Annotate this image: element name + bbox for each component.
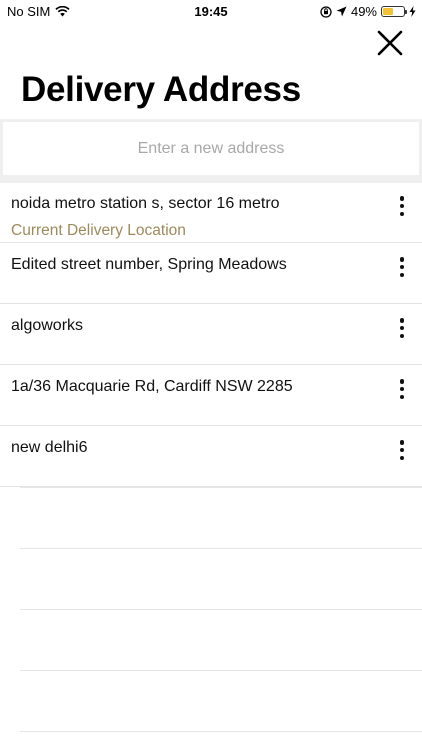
- battery-icon: [381, 6, 407, 17]
- more-icon-dot: [399, 264, 405, 270]
- more-icon-dot: [399, 203, 405, 209]
- address-item[interactable]: 1a/36 Macquarie Rd, Cardiff NSW 2285: [0, 365, 422, 426]
- more-icon-dot: [399, 211, 405, 216]
- battery-level-fill: [383, 8, 393, 15]
- address-label: 1a/36 Macquarie Rd, Cardiff NSW 2285: [11, 378, 293, 395]
- more-options-button[interactable]: [394, 194, 410, 218]
- new-address-input[interactable]: [3, 122, 419, 175]
- status-right: 49%: [320, 4, 416, 19]
- current-location-label: Current Delivery Location: [11, 222, 186, 239]
- more-options-button[interactable]: [394, 438, 410, 462]
- more-options-button[interactable]: [394, 255, 410, 279]
- close-icon: [377, 30, 403, 56]
- more-icon: [399, 318, 405, 323]
- battery-cap: [405, 10, 407, 14]
- more-icon-dot: [399, 447, 405, 453]
- more-icon: [399, 257, 405, 262]
- search-container: [0, 119, 422, 183]
- address-label: Edited street number, Spring Meadows: [11, 256, 287, 273]
- location-arrow-icon: [336, 6, 347, 17]
- page-title: Delivery Address: [21, 70, 301, 109]
- empty-row-divider: [20, 731, 422, 732]
- more-icon-dot: [399, 333, 405, 338]
- address-item[interactable]: new delhi6: [0, 426, 422, 487]
- address-item[interactable]: Edited street number, Spring Meadows: [0, 243, 422, 304]
- charging-bolt-icon: [409, 6, 416, 17]
- empty-row-divider: [20, 548, 422, 549]
- address-item[interactable]: noida metro station s, sector 16 metro C…: [0, 182, 422, 243]
- more-icon: [399, 196, 405, 201]
- rotation-lock-icon: [320, 5, 332, 18]
- empty-row-divider: [20, 609, 422, 610]
- more-icon-dot: [399, 272, 405, 277]
- more-icon: [399, 440, 405, 445]
- empty-row-divider: [20, 670, 422, 671]
- more-icon-dot: [399, 325, 405, 331]
- status-bar: No SIM 19:45 49%: [0, 0, 422, 24]
- address-label: algoworks: [11, 317, 84, 334]
- battery-percent: 49%: [350, 4, 377, 19]
- address-label: noida metro station s, sector 16 metro: [11, 195, 280, 212]
- more-icon: [399, 379, 405, 384]
- address-list: noida metro station s, sector 16 metro C…: [0, 182, 422, 487]
- close-button[interactable]: [376, 29, 404, 57]
- address-label: new delhi6: [11, 439, 88, 456]
- more-icon-dot: [399, 394, 405, 399]
- address-item[interactable]: algoworks: [0, 304, 422, 365]
- more-icon-dot: [399, 455, 405, 460]
- more-options-button[interactable]: [394, 316, 410, 340]
- more-icon-dot: [399, 386, 405, 392]
- more-options-button[interactable]: [394, 377, 410, 401]
- empty-row-divider: [20, 487, 422, 488]
